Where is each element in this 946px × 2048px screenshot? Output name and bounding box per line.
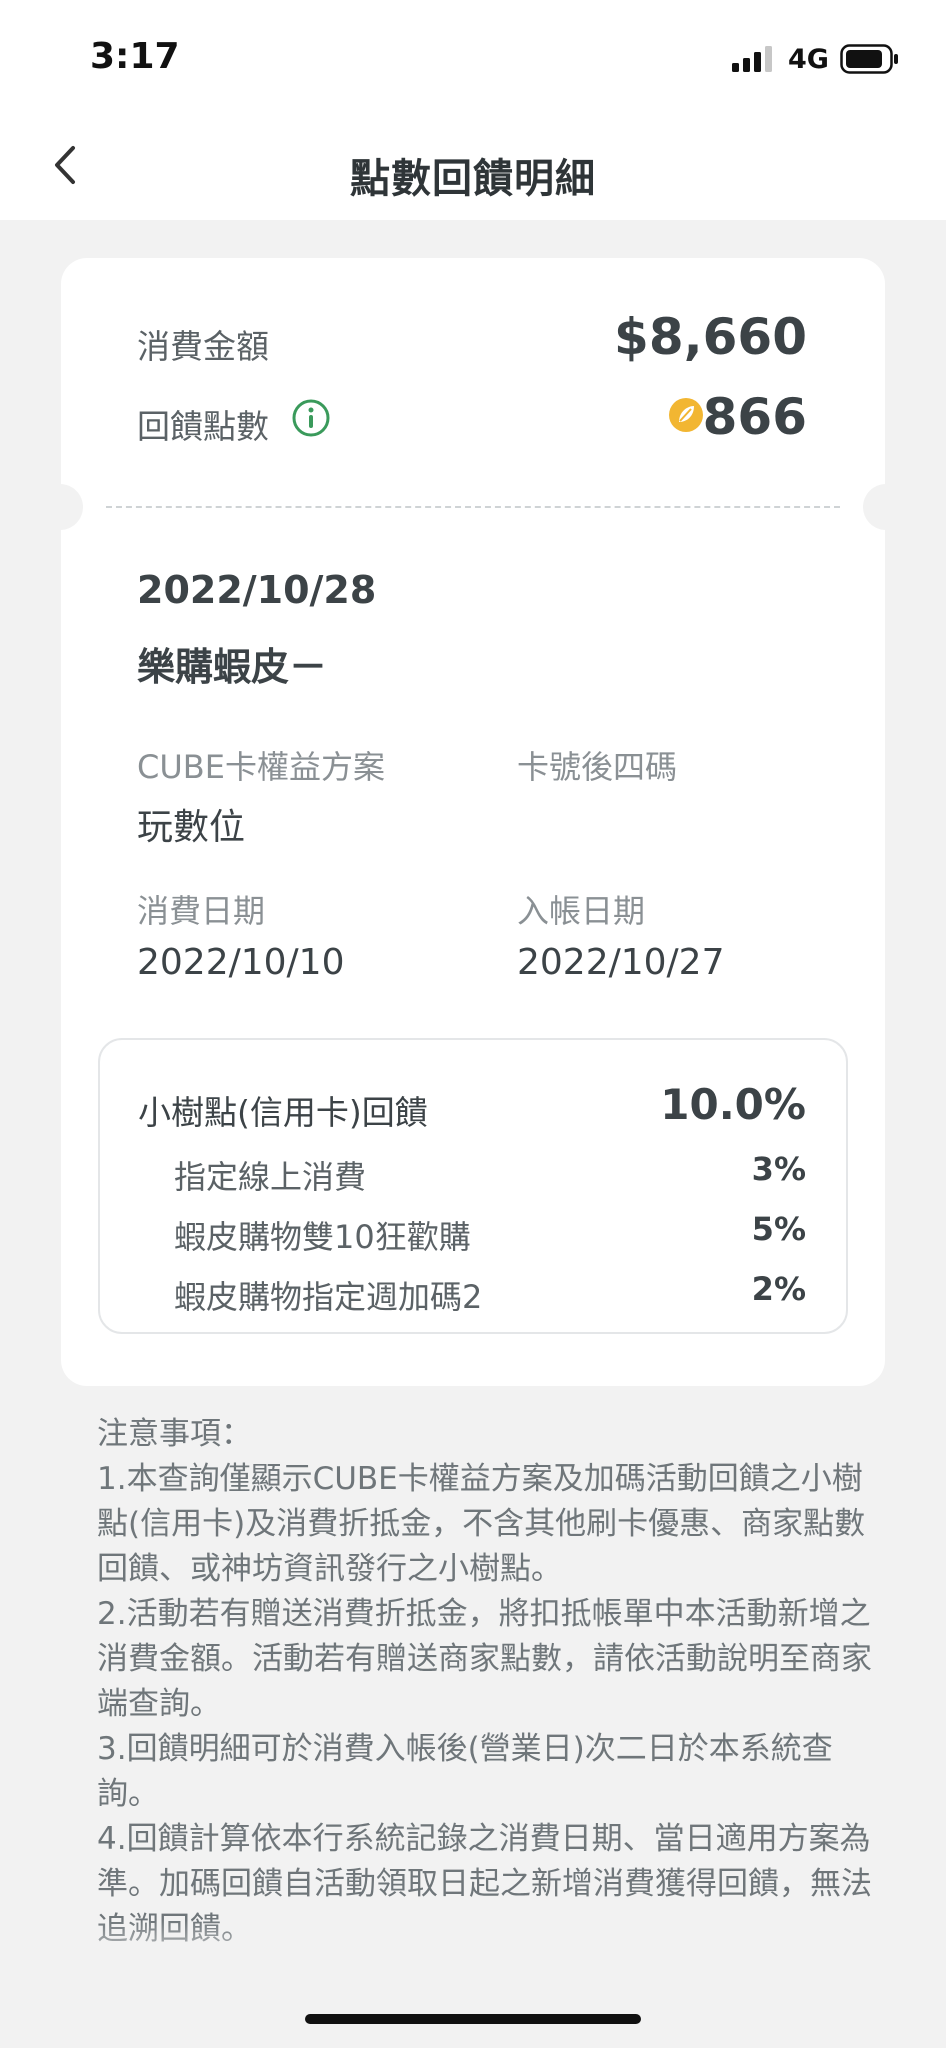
- reward-rate-box: 小樹點(信用卡)回饋 10.0% 指定線上消費 3% 蝦皮購物雙10狂歡購 5%…: [98, 1038, 848, 1334]
- network-type: 4G: [788, 44, 829, 75]
- notes-section: 注意事項： 1.本查詢僅顯示CUBE卡權益方案及加碼活動回饋之小樹點(信用卡)及…: [97, 1412, 887, 1952]
- rate-item-pct: 5%: [751, 1210, 806, 1248]
- spend-amount-label: 消費金額: [137, 327, 269, 366]
- plan-value: 玩數位: [137, 807, 246, 848]
- battery-icon: [840, 44, 898, 74]
- note-item: 3.回饋明細可於消費入帳後(營業日)次二日於本系統查詢。: [97, 1731, 833, 1812]
- spend-date-label: 消費日期: [137, 892, 266, 930]
- note-item: 2.活動若有贈送消費折抵金，將扣抵帳單中本活動新增之消費金額。活動若有贈送商家點…: [97, 1596, 872, 1722]
- bottom-fade: [0, 1920, 946, 2048]
- rate-item-pct: 2%: [751, 1270, 806, 1308]
- status-time: 3:17: [90, 36, 180, 77]
- transaction-date: 2022/10/28: [137, 568, 377, 612]
- reward-points-label: 回饋點數: [137, 407, 269, 446]
- rate-item-label: 蝦皮購物雙10狂歡購: [174, 1218, 471, 1256]
- rate-item-label: 蝦皮購物指定週加碼2: [174, 1278, 483, 1316]
- notes-heading: 注意事項：: [97, 1416, 252, 1452]
- status-bar: 3:17 4G: [0, 0, 946, 110]
- nav-bar: 點數回饋明細: [0, 110, 946, 220]
- merchant-name: 樂購蝦皮－: [137, 645, 328, 689]
- signal-bars-icon: [732, 46, 772, 72]
- leaf-coin-icon: [669, 398, 703, 432]
- plan-label: CUBE卡權益方案: [137, 748, 385, 786]
- spend-amount-value: $8,660: [614, 308, 807, 366]
- dashed-divider: [106, 506, 840, 508]
- rate-item-label: 指定線上消費: [174, 1158, 367, 1196]
- spend-date-value: 2022/10/10: [137, 942, 345, 983]
- reward-points-value: 866: [702, 388, 807, 446]
- page-title: 點數回饋明細: [350, 156, 596, 202]
- reward-detail-card: 消費金額 $8,660 回饋點數 866 2022/10/28 樂購蝦皮－ CU…: [47, 258, 899, 1386]
- rate-item-pct: 3%: [751, 1150, 806, 1188]
- home-indicator[interactable]: [305, 2014, 641, 2024]
- card-last4-label: 卡號後四碼: [517, 748, 678, 786]
- rate-title: 小樹點(信用卡)回饋: [138, 1093, 428, 1132]
- post-date-label: 入帳日期: [517, 892, 646, 930]
- rate-total: 10.0%: [660, 1080, 806, 1129]
- ticket-notch-left: [47, 484, 83, 530]
- note-item: 1.本查詢僅顯示CUBE卡權益方案及加碼活動回饋之小樹點(信用卡)及消費折抵金，…: [97, 1461, 866, 1587]
- info-circle-icon[interactable]: [291, 398, 331, 438]
- post-date-value: 2022/10/27: [517, 942, 725, 983]
- ticket-notch-right: [863, 484, 899, 530]
